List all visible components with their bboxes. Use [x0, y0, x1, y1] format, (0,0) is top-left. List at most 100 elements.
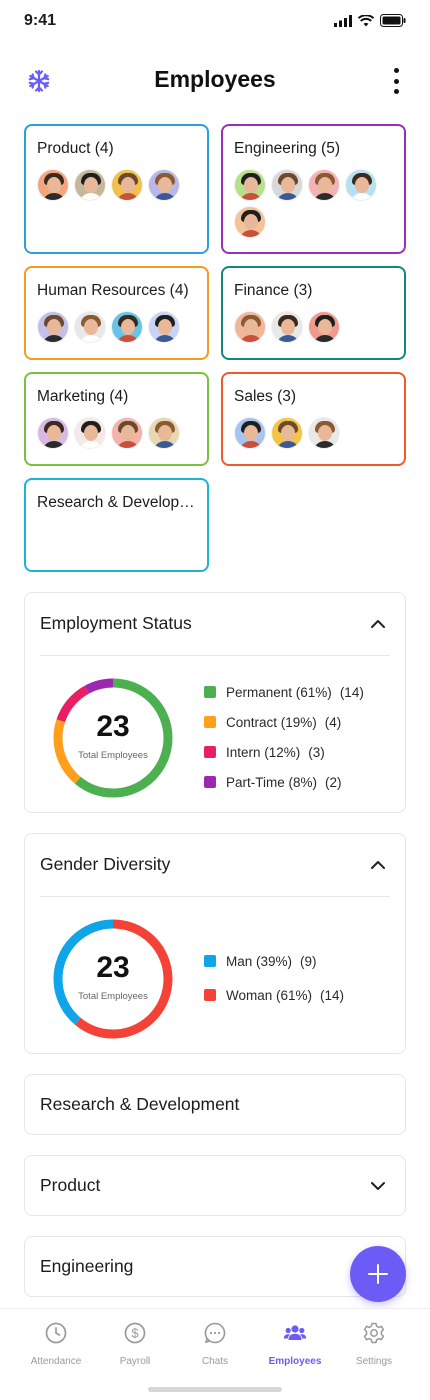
- avatar[interactable]: [308, 311, 340, 343]
- avatar[interactable]: [271, 417, 303, 449]
- employment-status-donut: 23 Total Employees: [51, 676, 175, 800]
- nav-employees[interactable]: Employees: [255, 1321, 335, 1367]
- chevron-down-icon[interactable]: [369, 1177, 387, 1195]
- avatar[interactable]: [148, 417, 180, 449]
- avatar-group: [37, 169, 197, 206]
- legend-item: Intern (12%) (3): [204, 744, 364, 760]
- chevron-up-icon[interactable]: [369, 856, 387, 874]
- employment-status-card: Employment Status 23 Total Employees Per…: [24, 592, 406, 813]
- gender-diversity-header[interactable]: Gender Diversity: [25, 834, 405, 896]
- avatar-group: [37, 417, 197, 454]
- donut-total: 23: [96, 951, 130, 984]
- battery-icon: [380, 14, 406, 27]
- gender-diversity-donut: 23 Total Employees: [51, 917, 175, 1041]
- divider: [40, 655, 390, 656]
- employment-status-header[interactable]: Employment Status: [25, 593, 405, 655]
- legend-label: Permanent (61%): [226, 684, 332, 700]
- legend-count: (14): [339, 684, 364, 700]
- svg-text:$: $: [131, 1326, 139, 1341]
- legend-count: (14): [320, 987, 345, 1003]
- users-icon: [283, 1325, 307, 1340]
- nav-label: Employees: [268, 1356, 322, 1367]
- legend-item: Man (39%) (9): [204, 953, 344, 969]
- department-card[interactable]: Human Resources (4): [24, 266, 209, 360]
- legend-label: Man (39%): [226, 953, 293, 969]
- department-title: Engineering (5): [234, 140, 340, 157]
- legend-swatch: [204, 746, 216, 758]
- section-title: Engineering: [40, 1256, 134, 1276]
- nav-attendance[interactable]: Attendance: [16, 1321, 96, 1367]
- department-card[interactable]: Engineering (5): [221, 124, 406, 254]
- nav-settings[interactable]: Settings: [334, 1321, 414, 1367]
- section-title: Gender Diversity: [40, 854, 171, 874]
- department-card[interactable]: Finance (3): [221, 266, 406, 360]
- avatar[interactable]: [111, 417, 143, 449]
- avatar[interactable]: [74, 417, 106, 449]
- department-card[interactable]: Product (4): [24, 124, 209, 254]
- avatar-group: [234, 417, 394, 454]
- gear-icon: [363, 1322, 385, 1344]
- avatar-group: [234, 169, 394, 243]
- avatar[interactable]: [111, 169, 143, 201]
- avatar[interactable]: [308, 169, 340, 201]
- nav-label: Payroll: [119, 1356, 151, 1367]
- legend-count: (3): [308, 744, 325, 760]
- avatar[interactable]: [234, 169, 266, 201]
- legend-label: Intern (12%): [226, 744, 301, 760]
- add-employee-button[interactable]: [350, 1246, 406, 1302]
- legend-swatch: [204, 955, 216, 967]
- legend-swatch: [204, 716, 216, 728]
- avatar[interactable]: [234, 206, 266, 238]
- avatar[interactable]: [234, 417, 266, 449]
- more-vertical-icon[interactable]: [392, 68, 400, 94]
- avatar-group: [37, 311, 197, 348]
- legend-count: (4): [324, 714, 342, 730]
- department-title: Finance (3): [234, 282, 313, 299]
- legend-swatch: [204, 686, 216, 698]
- chevron-up-icon[interactable]: [369, 615, 387, 633]
- avatar[interactable]: [234, 311, 266, 343]
- avatar[interactable]: [37, 417, 69, 449]
- section-title: Research & Development: [40, 1094, 240, 1114]
- department-card[interactable]: Research & Development: [24, 478, 209, 572]
- avatar[interactable]: [345, 169, 377, 201]
- avatar[interactable]: [37, 169, 69, 201]
- avatar[interactable]: [148, 169, 180, 201]
- avatar[interactable]: [37, 311, 69, 343]
- research-development-section[interactable]: Research & Development: [24, 1074, 406, 1135]
- avatar[interactable]: [74, 311, 106, 343]
- avatar[interactable]: [271, 169, 303, 201]
- avatar[interactable]: [308, 417, 340, 449]
- legend-label: Contract (19%): [226, 714, 317, 730]
- avatar[interactable]: [148, 311, 180, 343]
- legend-item: Permanent (61%) (14): [204, 684, 364, 700]
- legend-label: Woman (61%): [226, 987, 313, 1003]
- legend-count: (9): [300, 953, 317, 969]
- nav-chats[interactable]: Chats: [175, 1321, 255, 1367]
- status-icons: [334, 14, 406, 27]
- divider: [40, 896, 390, 897]
- legend-item: Contract (19%) (4): [204, 714, 364, 730]
- wifi-icon: [358, 14, 374, 26]
- nav-payroll[interactable]: $ Payroll: [95, 1321, 175, 1367]
- avatar[interactable]: [111, 311, 143, 343]
- status-time: 9:41: [24, 12, 57, 29]
- signal-icon: [334, 14, 352, 27]
- donut-total-label: Total Employees: [78, 750, 148, 761]
- gender-diversity-legend: Man (39%) (9) Woman (61%) (14): [204, 953, 344, 1003]
- department-card[interactable]: Sales (3): [221, 372, 406, 466]
- legend-item: Woman (61%) (14): [204, 987, 344, 1003]
- engineering-section[interactable]: Engineering: [24, 1236, 406, 1297]
- donut-total-label: Total Employees: [78, 991, 148, 1002]
- avatar[interactable]: [74, 169, 106, 201]
- employment-status-legend: Permanent (61%) (14) Contract (19%) (4) Inte…: [204, 684, 364, 790]
- clock-icon: [45, 1322, 67, 1344]
- section-title: Employment Status: [40, 613, 192, 633]
- product-section[interactable]: Product: [24, 1155, 406, 1216]
- avatar[interactable]: [271, 311, 303, 343]
- department-card[interactable]: Marketing (4): [24, 372, 209, 466]
- avatar-group: [234, 311, 394, 348]
- bottom-nav: Attendance $ Payroll Chats Employees Set…: [0, 1308, 430, 1400]
- department-title: Research & Development: [37, 494, 197, 511]
- donut-total: 23: [96, 710, 130, 743]
